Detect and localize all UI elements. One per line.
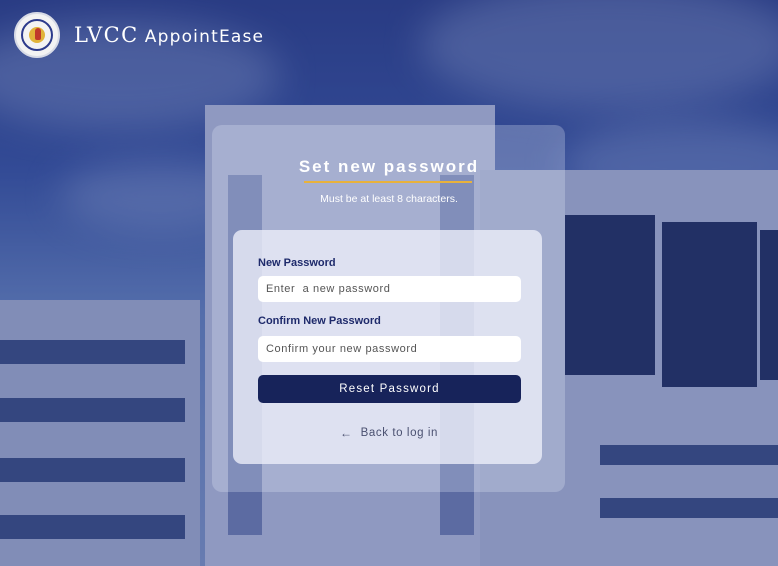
new-password-input[interactable]	[258, 276, 521, 302]
new-password-label: New Password	[258, 257, 336, 269]
brand-prefix: LVCC	[74, 22, 139, 47]
confirm-password-label: Confirm New Password	[258, 315, 381, 327]
confirm-password-input[interactable]	[258, 336, 521, 362]
title-underline	[304, 181, 472, 183]
page-title: Set new password	[298, 157, 480, 176]
back-to-login-link[interactable]: ← Back to log in	[340, 427, 438, 439]
seal-logo	[14, 12, 60, 58]
back-to-login-row: ← Back to log in	[0, 427, 778, 439]
reset-password-button[interactable]: Reset Password	[258, 375, 521, 403]
app-title: LVCC AppointEase	[74, 23, 264, 48]
arrow-left-icon: ←	[339, 426, 353, 440]
app-header: LVCC AppointEase	[14, 12, 264, 58]
brand-name: AppointEase	[144, 26, 265, 47]
back-to-login-label: Back to log in	[360, 427, 439, 439]
page-subtitle: Must be at least 8 characters.	[320, 193, 458, 205]
